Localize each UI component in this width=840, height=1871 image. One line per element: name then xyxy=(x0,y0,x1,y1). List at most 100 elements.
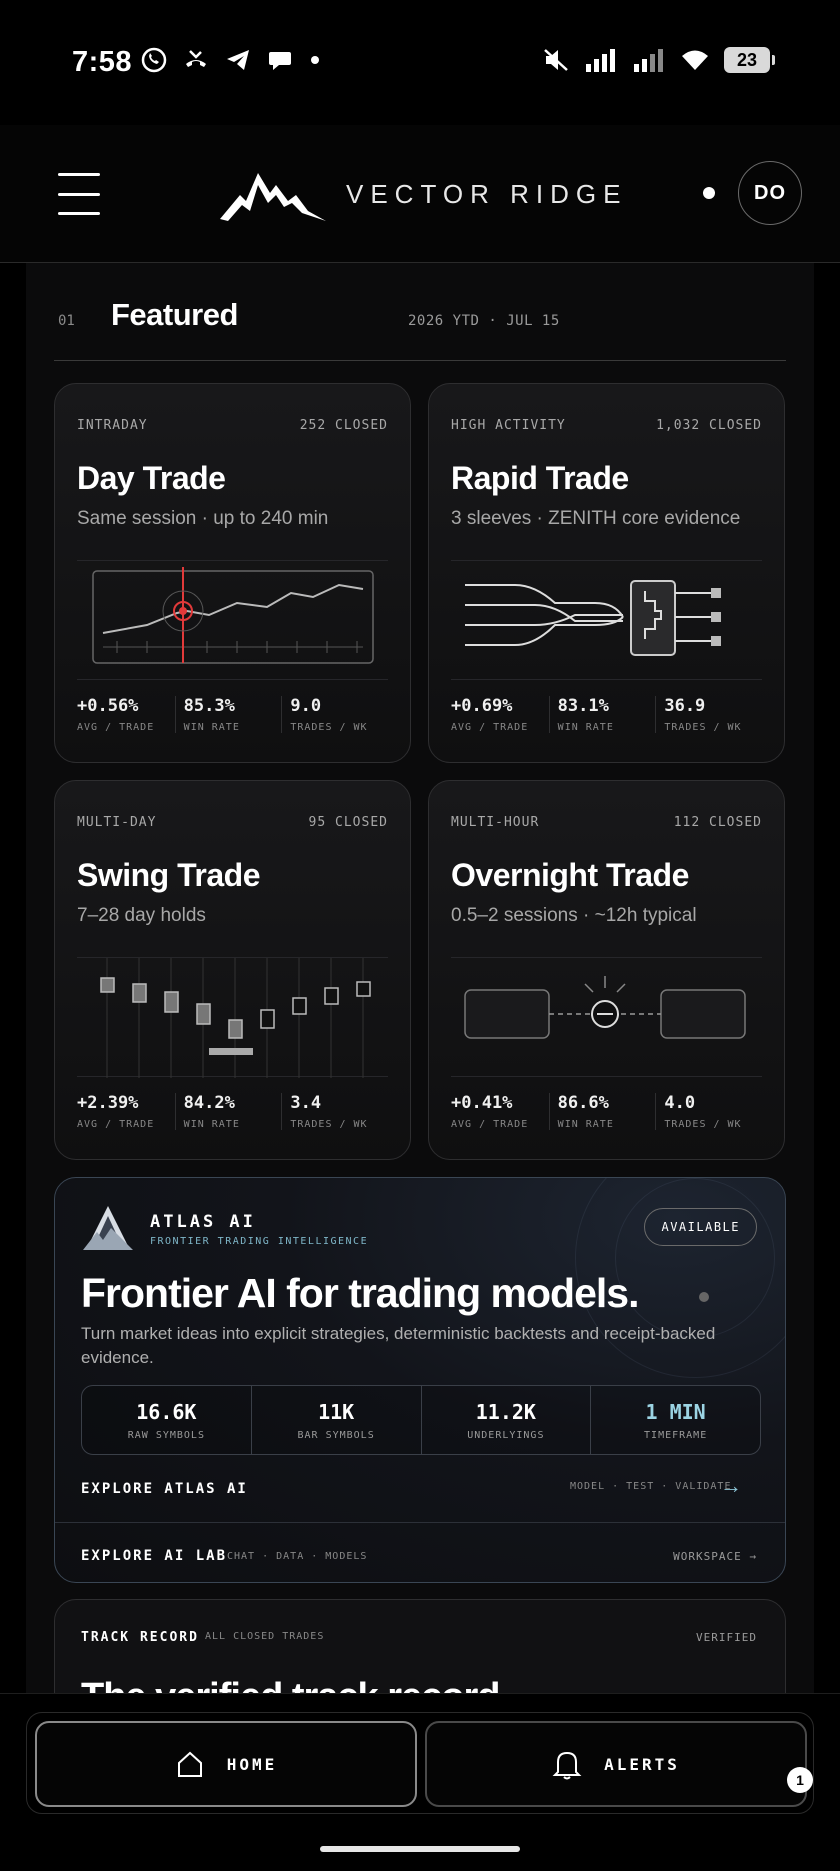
track-record-card[interactable]: TRACK RECORD ALL CLOSED TRADES VERIFIED … xyxy=(54,1599,786,1693)
card-stats: +2.39% AVG / TRADE 84.2% WIN RATE 3.4 TRADE… xyxy=(77,1093,388,1130)
alerts-count-badge: 1 xyxy=(787,1767,813,1793)
telegram-icon xyxy=(227,50,249,70)
verified-label: VERIFIED xyxy=(696,1631,757,1644)
day-trade-illustration xyxy=(77,560,388,680)
system-icons: 23 xyxy=(542,46,775,74)
stat-win-rate: 84.2% WIN RATE xyxy=(174,1093,282,1130)
rapid-trade-illustration xyxy=(451,560,762,680)
status-dot xyxy=(703,187,715,199)
status-time: 7:58 xyxy=(72,46,133,78)
signal-icon xyxy=(586,49,615,72)
mute-icon xyxy=(544,49,568,71)
card-subtitle: 3 sleeves · ZENITH core evidence xyxy=(451,508,741,529)
atlas-tagline: FRONTIER TRADING INTELLIGENCE xyxy=(150,1236,369,1247)
home-icon xyxy=(177,1751,202,1777)
section-divider xyxy=(54,360,786,361)
section-title: Featured xyxy=(111,297,238,332)
nav-alerts-label: ALERTS xyxy=(604,1754,680,1774)
card-subtitle: 7–28 day holds xyxy=(77,905,206,926)
bottom-navigation: HOME ALERTS 1 xyxy=(0,1693,840,1871)
arrow-right-icon[interactable]: → xyxy=(720,1473,742,1499)
whatsapp-icon xyxy=(141,47,167,73)
swing-trade-illustration xyxy=(77,957,388,1078)
card-title: Rapid Trade xyxy=(451,460,629,496)
mountain-logo-icon xyxy=(220,173,326,221)
stat-trades-wk: 36.9 TRADES / WK xyxy=(655,696,762,733)
overnight-trade-illustration xyxy=(451,957,762,1077)
atlas-description: Turn market ideas into explicit strategi… xyxy=(81,1324,716,1367)
atlas-logo-icon xyxy=(83,1206,133,1250)
signal-2-icon xyxy=(634,49,663,72)
track-headline: The verified track record xyxy=(81,1676,501,1693)
avatar[interactable]: DO xyxy=(738,161,802,225)
brand-logo[interactable]: VECTOR RIDGE xyxy=(218,167,627,221)
card-kicker: HIGH ACTIVITY xyxy=(451,418,566,433)
card-kicker: MULTI-DAY xyxy=(77,815,157,830)
brand-name: VECTOR RIDGE xyxy=(346,178,628,209)
track-subkicker: ALL CLOSED TRADES xyxy=(205,1631,325,1642)
nav-alerts-button[interactable]: ALERTS xyxy=(425,1721,807,1807)
workspace-link[interactable]: WORKSPACE → xyxy=(673,1550,757,1563)
nav-home-button[interactable]: HOME xyxy=(35,1721,417,1807)
card-subtitle: Same session · up to 240 min xyxy=(77,508,329,529)
metric-underlyings: 11.2K UNDERLYINGS xyxy=(420,1386,591,1454)
atlas-headline: Frontier AI for trading models. xyxy=(81,1270,639,1316)
card-subtitle: 0.5–2 sessions · ~12h typical xyxy=(451,905,697,926)
metric-raw-symbols: 16.6K RAW SYMBOLS xyxy=(127,1399,205,1441)
section-date: 2026 YTD · JUL 15 xyxy=(408,313,560,329)
card-rapid-trade[interactable]: HIGH ACTIVITY 1,032 CLOSED Rapid Trade 3… xyxy=(428,383,785,763)
atlas-name: ATLAS AI xyxy=(150,1212,256,1232)
card-swing-trade[interactable]: MULTI-DAY 95 CLOSED Swing Trade 7–28 day… xyxy=(54,780,411,1160)
nav-container: HOME ALERTS 1 xyxy=(26,1712,814,1814)
nav-home-label: HOME xyxy=(226,1754,278,1774)
notification-icons xyxy=(140,46,322,74)
status-bar: 7:58 23 xyxy=(0,0,840,125)
card-kicker: MULTI-HOUR xyxy=(451,815,540,830)
card-closed-count: 112 CLOSED xyxy=(673,815,762,830)
explore-atlas-link[interactable]: EXPLORE ATLAS AI xyxy=(81,1481,248,1497)
card-title: Day Trade xyxy=(77,460,226,496)
card-stats: +0.56% AVG / TRADE 85.3% WIN RATE 9.0 TRADE… xyxy=(77,696,388,733)
stat-trades-wk: 4.0 TRADES / WK xyxy=(655,1093,762,1130)
card-stats: +0.41% AVG / TRADE 86.6% WIN RATE 4.0 TRADE… xyxy=(451,1093,762,1130)
stat-trades-wk: 3.4 TRADES / WK xyxy=(281,1093,388,1130)
card-title: Overnight Trade xyxy=(451,857,689,893)
decorative-dot xyxy=(699,1292,709,1302)
stat-avg: +0.69% AVG / TRADE xyxy=(451,696,529,733)
card-kicker: INTRADAY xyxy=(77,418,148,433)
stat-win-rate: 86.6% WIN RATE xyxy=(548,1093,656,1130)
system-home-indicator[interactable] xyxy=(320,1846,520,1852)
atlas-divider xyxy=(55,1522,785,1523)
stat-win-rate: 83.1% WIN RATE xyxy=(548,696,656,733)
metric-bar-symbols: 11K BAR SYMBOLS xyxy=(250,1386,421,1454)
main-content: 01 Featured 2026 YTD · JUL 15 INTRADAY 2… xyxy=(26,263,814,1693)
explore-atlas-meta: MODEL · TEST · VALIDATE xyxy=(570,1481,732,1492)
card-day-trade[interactable]: INTRADAY 252 CLOSED Day Trade Same sessi… xyxy=(54,383,411,763)
card-stats: +0.69% AVG / TRADE 83.1% WIN RATE 36.9 TRAD… xyxy=(451,696,762,733)
bell-icon xyxy=(552,1751,582,1780)
explore-ai-lab-link[interactable]: EXPLORE AI LAB xyxy=(81,1548,227,1564)
available-badge: AVAILABLE xyxy=(644,1208,757,1246)
atlas-metrics: 16.6K RAW SYMBOLS 11K BAR SYMBOLS 11.2K UND… xyxy=(81,1385,761,1455)
stat-trades-wk: 9.0 TRADES / WK xyxy=(281,696,388,733)
section-header: 01 Featured 2026 YTD · JUL 15 xyxy=(26,263,814,361)
card-overnight-trade[interactable]: MULTI-HOUR 112 CLOSED Overnight Trade 0.… xyxy=(428,780,785,1160)
card-title: Swing Trade xyxy=(77,857,260,893)
menu-icon[interactable] xyxy=(58,173,100,215)
app-header: VECTOR RIDGE DO xyxy=(0,125,840,263)
card-closed-count: 1,032 CLOSED xyxy=(656,418,762,433)
explore-ai-lab-meta: CHAT · DATA · MODELS xyxy=(227,1551,368,1562)
stat-avg: +0.56% AVG / TRADE xyxy=(77,696,155,733)
card-closed-count: 252 CLOSED xyxy=(299,418,388,433)
section-number: 01 xyxy=(58,313,75,329)
dot-icon xyxy=(311,56,319,64)
card-closed-count: 95 CLOSED xyxy=(308,815,388,830)
decorative-ring xyxy=(615,1178,775,1338)
wifi-icon xyxy=(682,50,708,70)
stat-win-rate: 85.3% WIN RATE xyxy=(174,696,282,733)
atlas-ai-card[interactable]: ATLAS AI FRONTIER TRADING INTELLIGENCE A… xyxy=(54,1177,786,1583)
missed-call-icon xyxy=(186,50,206,67)
stat-avg: +0.41% AVG / TRADE xyxy=(451,1093,529,1130)
stat-avg: +2.39% AVG / TRADE xyxy=(77,1093,155,1130)
metric-timeframe: 1 MIN TIMEFRAME xyxy=(590,1386,760,1454)
